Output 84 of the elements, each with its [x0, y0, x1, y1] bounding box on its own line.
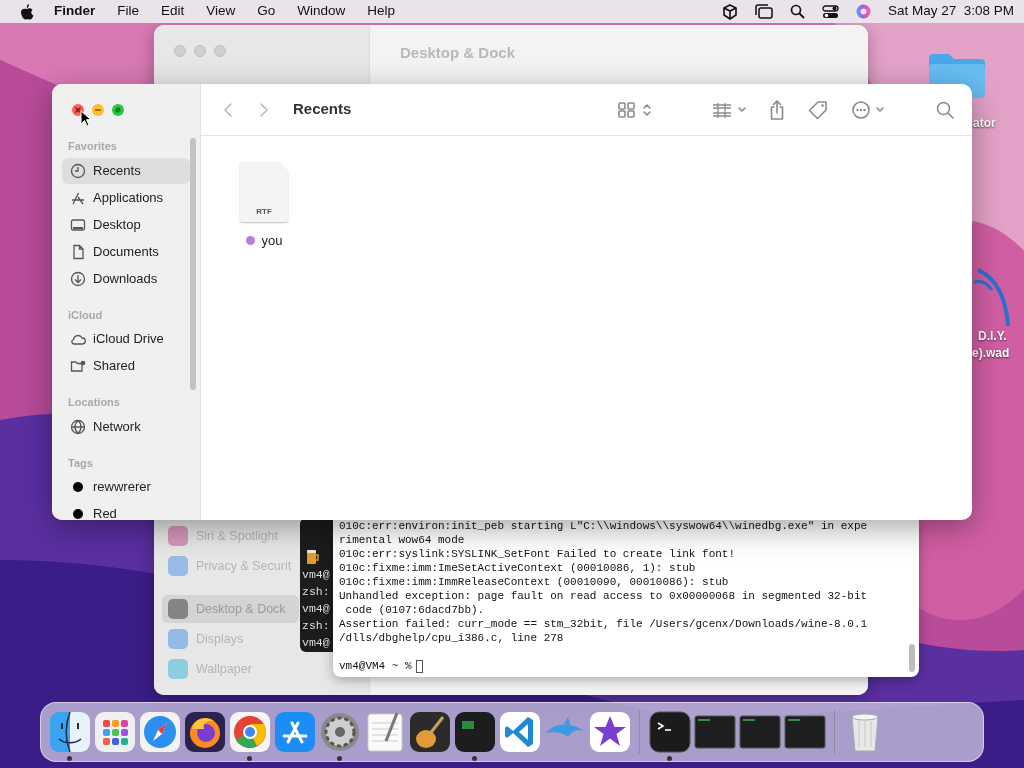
- terminal-line: Unhandled exception: page fault on read access to 0x00000068 in segmented 32-bit: [339, 589, 869, 603]
- mug-icon: [306, 549, 320, 565]
- tag-dot: [73, 482, 83, 492]
- download-icon: [70, 270, 86, 287]
- globe-icon: [70, 418, 86, 435]
- shell-icon[interactable]: [453, 711, 496, 753]
- menu-clock[interactable]: Sat May 27 3:08 PM: [887, 1, 1014, 22]
- menu-item[interactable]: File: [117, 1, 140, 22]
- app-grid-icon[interactable]: [93, 711, 136, 753]
- more-icon[interactable]: [852, 100, 886, 119]
- section-heading: Tags: [67, 455, 94, 471]
- terminal-line: Assertion failed: curr_mode == stm_32bit, file /Users/gcenx/Downloads/wine-8.0.1: [339, 617, 869, 631]
- gear-icon[interactable]: [318, 711, 361, 753]
- menu-item[interactable]: Help: [367, 1, 396, 22]
- window-stack-icon[interactable]: [754, 4, 773, 19]
- file-type-label: RTF: [256, 206, 272, 218]
- sidebar-item[interactable]: rewwrerer: [62, 474, 190, 500]
- sidebar-item[interactable]: iCloud Drive: [62, 326, 190, 352]
- grid-view-icon[interactable]: [618, 101, 652, 118]
- circle-logo-icon[interactable]: [228, 711, 271, 753]
- app-menu[interactable]: Finder: [54, 1, 96, 22]
- terminal-line: 010c:fixme:imm:ImeSetActiveContext (00010086, 1): stub: [339, 561, 697, 575]
- desktop-icon: [70, 216, 86, 233]
- sidebar-item[interactable]: Documents: [62, 238, 190, 265]
- share-icon[interactable]: [770, 99, 784, 120]
- rounded-square-icon: [168, 659, 188, 679]
- sidebar-item[interactable]: Recents: [62, 157, 190, 184]
- file-name[interactable]: you: [261, 231, 283, 251]
- apple-icon[interactable]: [20, 3, 34, 20]
- menu-item[interactable]: Window: [297, 1, 346, 22]
- terminal-line: zsh:: [302, 584, 330, 599]
- section-heading: Favorites: [67, 139, 118, 154]
- sidebar-item[interactable]: Network: [62, 413, 190, 440]
- terminal-line: 010c:err:syslink:SYSLINK_SetFont Failed to create link font!: [339, 547, 737, 561]
- menu-item[interactable]: Edit: [161, 1, 185, 22]
- sidebar-item[interactable]: Shared: [62, 353, 190, 379]
- sidebar-item[interactable]: Downloads: [62, 265, 190, 292]
- window-title: Recents: [293, 99, 352, 120]
- clock-icon: [70, 162, 86, 179]
- section-heading: Locations: [67, 395, 121, 410]
- fox-globe-icon[interactable]: [183, 711, 226, 753]
- terminal-prompt: vm4@VM4 ~ %: [339, 659, 412, 673]
- terminal-line: 010c:err:environ:init_peb starting L"C:\\windows\\syswow64\\winedbg.exe" in expe: [339, 519, 869, 533]
- face-icon[interactable]: [48, 711, 91, 753]
- ribbon-logo-icon[interactable]: [498, 711, 541, 753]
- orb-icon[interactable]: [855, 4, 871, 19]
- terminal-line: vm4@: [302, 635, 330, 650]
- sidebar-item[interactable]: Desktop: [62, 211, 190, 238]
- terminal-line: code (0107:6dacd7bb).: [344, 603, 486, 617]
- terminal-line: vm4@: [302, 567, 330, 582]
- group-icon[interactable]: [712, 101, 746, 118]
- tag-dot: [73, 509, 83, 519]
- menu-item[interactable]: View: [206, 1, 236, 22]
- cursor-icon: [80, 110, 91, 127]
- rounded-square-icon: [168, 629, 188, 649]
- sidebar-item[interactable]: Applications: [62, 184, 190, 211]
- guitar-icon[interactable]: [408, 711, 451, 753]
- rounded-square-icon: [168, 599, 188, 619]
- zoom-button[interactable]: [112, 104, 124, 116]
- scrollbar: [909, 644, 915, 672]
- letter-a-icon[interactable]: [273, 711, 316, 753]
- toggle-icon[interactable]: [821, 4, 839, 19]
- text-cursor: [415, 659, 423, 673]
- terminal-line: rimental wow64 mode: [339, 533, 466, 547]
- tag-icon[interactable]: [808, 99, 828, 120]
- terminal-line: 010c:fixme:imm:ImmReleaseContext (00010090, 00010086): stub: [339, 575, 730, 589]
- file-label[interactable]: e).wad: [972, 344, 1010, 362]
- arc-icon: [972, 268, 1012, 328]
- section-heading: iCloud: [67, 307, 104, 323]
- sidebar-item[interactable]: Red: [62, 501, 190, 520]
- file-label[interactable]: D.I.Y.: [978, 327, 1007, 345]
- terminal-icon[interactable]: [648, 711, 691, 753]
- window-title: Desktop & Dock: [400, 43, 516, 63]
- terminal-line: /dlls/dbghelp/cpu_i386.c, line 278: [339, 631, 565, 645]
- shared-folder-icon: [70, 358, 86, 374]
- cube-icon[interactable]: [721, 3, 738, 20]
- minimize-button[interactable]: [92, 104, 104, 116]
- rounded-square-icon: [168, 526, 188, 546]
- terminal-line: vm4@: [302, 601, 330, 616]
- terminal-line: zsh:: [302, 618, 330, 633]
- menu-item[interactable]: Go: [257, 1, 276, 22]
- search-icon[interactable]: [789, 4, 805, 19]
- rounded-square-icon: [168, 556, 188, 576]
- document-icon: [70, 243, 86, 260]
